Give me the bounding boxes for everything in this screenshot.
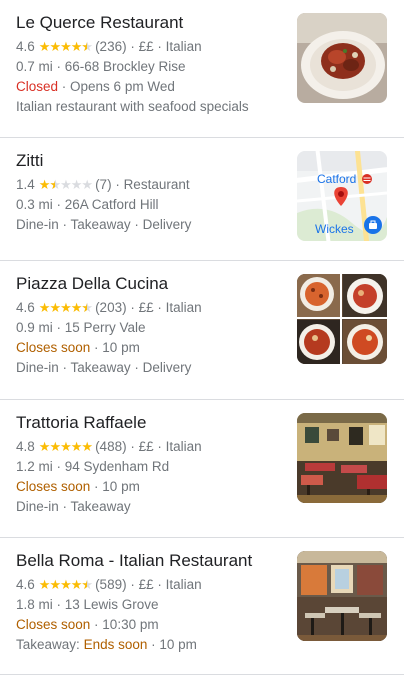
open-status: Closes soon [16, 617, 91, 632]
star-full-icon: ★ [70, 439, 83, 454]
star-half-icon: ★ [49, 175, 61, 195]
address: 94 Sydenham Rd [64, 459, 170, 474]
star-full-icon: ★ [81, 439, 93, 454]
star-full-icon: ★ [49, 439, 61, 454]
service-delivery: Delivery [142, 360, 192, 375]
review-count[interactable]: (236) [95, 39, 127, 54]
rating-value: 4.8 [16, 439, 35, 454]
service-takeaway: Takeaway: [16, 637, 80, 652]
open-status: Closes soon [16, 479, 91, 494]
star-full-icon: ★ [38, 577, 51, 592]
service-takeaway: Takeaway [70, 499, 131, 514]
service-delivery: Delivery [142, 217, 192, 232]
address: 13 Lewis Grove [64, 597, 159, 612]
star-empty-icon: ★ [70, 177, 83, 192]
star-full-icon: ★ [38, 300, 51, 315]
star-rating: ★★★★★ [38, 437, 93, 457]
distance: 0.9 mi [16, 320, 53, 335]
category: Italian [165, 439, 202, 454]
address: 26A Catford Hill [64, 197, 159, 212]
result-trattoria-raffaele[interactable]: Trattoria Raffaele 4.8 ★★★★★ (488) · ££ · … [0, 400, 404, 538]
result-zitti[interactable]: Zitti 1.4★★★★★(7) · Restaurant 0.3 mi · … [0, 138, 404, 261]
star-rating: ★★★★★ [38, 298, 93, 318]
category: Italian [165, 300, 202, 315]
interior-photo[interactable] [297, 551, 387, 641]
review-count[interactable]: (488) [95, 439, 127, 454]
price-level: ££ [138, 300, 154, 315]
star-full-icon: ★ [49, 39, 61, 54]
service-takeaway: Takeaway [70, 360, 131, 375]
rating-value: 4.6 [16, 300, 35, 315]
rating-value: 4.6 [16, 39, 35, 54]
open-status: Closes soon [16, 340, 91, 355]
service-detail: 10 pm [159, 637, 197, 652]
review-count[interactable]: (203) [95, 300, 127, 315]
star-full-icon: ★ [60, 39, 72, 54]
service-takeaway: Takeaway [70, 217, 131, 232]
star-full-icon: ★ [38, 177, 51, 192]
hours-detail: 10:30 pm [102, 617, 159, 632]
category: Italian [165, 577, 202, 592]
price-level: ££ [138, 577, 154, 592]
hours-detail: 10 pm [102, 479, 140, 494]
food-photo-collage[interactable] [297, 274, 387, 364]
price-level: ££ [138, 39, 154, 54]
star-full-icon: ★ [60, 577, 72, 592]
service-dine-in: Dine-in [16, 360, 59, 375]
star-rating: ★★★★★ [38, 175, 93, 195]
price-level: ££ [138, 439, 154, 454]
address: 15 Perry Vale [64, 320, 146, 335]
star-full-icon: ★ [70, 39, 83, 54]
star-full-icon: ★ [70, 300, 83, 315]
star-full-icon: ★ [70, 577, 83, 592]
distance: 0.3 mi [16, 197, 53, 212]
map-label-wickes: Wickes [315, 222, 354, 236]
hours-detail: 10 pm [102, 340, 140, 355]
review-count[interactable]: (589) [95, 577, 127, 592]
review-count[interactable]: (7) [95, 177, 112, 192]
rating-value: 1.4 [16, 177, 35, 192]
interior-photo[interactable] [297, 413, 387, 503]
star-full-icon: ★ [38, 439, 51, 454]
star-half-icon: ★ [81, 37, 93, 57]
star-full-icon: ★ [60, 439, 72, 454]
distance: 1.8 mi [16, 597, 53, 612]
service-status: Ends soon [83, 637, 148, 652]
map-label-catford: Catford [317, 172, 356, 186]
food-photo[interactable] [297, 13, 387, 103]
star-half-icon: ★ [81, 298, 93, 318]
map-thumbnail[interactable]: Catford Wickes [297, 151, 387, 241]
star-empty-icon: ★ [81, 177, 93, 192]
result-le-querce[interactable]: Le Querce Restaurant 4.6★★★★★(236) · ££ … [0, 0, 404, 138]
star-full-icon: ★ [38, 39, 51, 54]
distance: 0.7 mi [16, 59, 53, 74]
star-full-icon: ★ [49, 577, 61, 592]
star-full-icon: ★ [60, 300, 72, 315]
address: 66-68 Brockley Rise [64, 59, 186, 74]
star-rating: ★★★★★ [38, 37, 93, 57]
rating-value: 4.6 [16, 577, 35, 592]
open-status: Closed [16, 79, 59, 94]
distance: 1.2 mi [16, 459, 53, 474]
hours-detail: Opens 6 pm Wed [70, 79, 175, 94]
star-half-icon: ★ [81, 575, 93, 595]
star-rating: ★★★★★ [38, 575, 93, 595]
service-dine-in: Dine-in [16, 499, 59, 514]
category: Restaurant [123, 177, 190, 192]
results-list: Le Querce Restaurant 4.6★★★★★(236) · ££ … [0, 0, 404, 675]
service-dine-in: Dine-in [16, 217, 59, 232]
result-piazza-della-cucina[interactable]: Piazza Della Cucina 4.6★★★★★(203) · ££ ·… [0, 261, 404, 400]
star-full-icon: ★ [49, 300, 61, 315]
star-empty-icon: ★ [60, 177, 72, 192]
result-bella-roma[interactable]: Bella Roma - Italian Restaurant 4.6 ★★★★★… [0, 538, 404, 675]
category: Italian [165, 39, 202, 54]
